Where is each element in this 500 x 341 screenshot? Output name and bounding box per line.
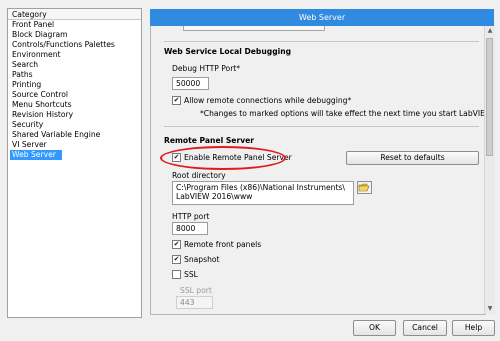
category-item-environment[interactable]: Environment — [10, 50, 67, 60]
settings-content: Web Service Local Debugging Debug HTTP P… — [150, 26, 486, 315]
ssl-port-label: SSL port — [180, 286, 212, 295]
reset-to-defaults-button[interactable]: Reset to defaults — [346, 151, 479, 165]
browse-folder-button[interactable] — [357, 181, 372, 194]
category-item-controls-functions-palettes[interactable]: Controls/Functions Palettes — [10, 40, 121, 50]
debug-port-label: Debug HTTP Port* — [172, 64, 241, 73]
http-port-field[interactable]: 8000 — [172, 222, 208, 235]
category-item-source-control[interactable]: Source Control — [10, 90, 74, 100]
divider — [164, 126, 479, 127]
checkmark-icon: ✔ — [173, 96, 180, 104]
ssl-port-field: 443 — [176, 296, 213, 309]
category-item-front-panel[interactable]: Front Panel — [10, 20, 60, 30]
checkmark-icon: ✔ — [173, 255, 180, 263]
debug-port-field[interactable]: 50000 — [172, 77, 209, 90]
ssl-label: SSL — [184, 270, 198, 279]
ok-button[interactable]: OK — [353, 320, 396, 336]
page-title: Web Server — [150, 9, 494, 26]
ssl-checkbox[interactable] — [172, 270, 181, 279]
remote-front-panels-label: Remote front panels — [184, 240, 262, 249]
category-item-menu-shortcuts[interactable]: Menu Shortcuts — [10, 100, 78, 110]
scrolled-off-control — [183, 26, 325, 31]
debugging-section-title: Web Service Local Debugging — [164, 47, 292, 56]
allow-remote-checkbox[interactable]: ✔ — [172, 96, 181, 105]
highlight-ellipse — [160, 146, 286, 170]
snapshot-label: Snapshot — [184, 255, 220, 264]
restart-note: *Changes to marked options will take eff… — [200, 109, 486, 118]
cancel-button[interactable]: Cancel — [403, 320, 447, 336]
scroll-up-arrow-icon[interactable]: ▲ — [485, 26, 495, 36]
category-item-paths[interactable]: Paths — [10, 70, 39, 80]
category-item-web-server[interactable]: Web Server — [10, 150, 62, 160]
scroll-down-arrow-icon[interactable]: ▼ — [485, 304, 495, 314]
category-header: Category — [8, 9, 141, 20]
root-directory-field[interactable]: C:\Program Files (x86)\National Instrume… — [172, 181, 354, 205]
category-item-vi-server[interactable]: VI Server — [10, 140, 53, 150]
http-port-label: HTTP port — [172, 212, 210, 221]
category-item-search[interactable]: Search — [10, 60, 44, 70]
category-item-block-diagram[interactable]: Block Diagram — [10, 30, 74, 40]
root-directory-label: Root directory — [172, 171, 226, 180]
category-list[interactable]: Category Front Panel Block Diagram Contr… — [7, 8, 142, 318]
snapshot-checkbox[interactable]: ✔ — [172, 255, 181, 264]
category-item-printing[interactable]: Printing — [10, 80, 47, 90]
root-directory-line1: C:\Program Files (x86)\National Instrume… — [176, 183, 345, 192]
scroll-thumb[interactable] — [486, 38, 493, 156]
category-item-shared-variable-engine[interactable]: Shared Variable Engine — [10, 130, 106, 140]
root-directory-line2: LabVIEW 2016\www — [176, 192, 253, 201]
open-folder-icon — [358, 183, 370, 192]
checkmark-icon: ✔ — [173, 240, 180, 248]
divider — [164, 41, 479, 42]
category-item-security[interactable]: Security — [10, 120, 49, 130]
help-button[interactable]: Help — [452, 320, 495, 336]
remote-front-panels-checkbox[interactable]: ✔ — [172, 240, 181, 249]
category-item-revision-history[interactable]: Revision History — [10, 110, 79, 120]
vertical-scrollbar[interactable]: ▲ ▼ — [484, 26, 495, 314]
remote-panel-section-title: Remote Panel Server — [164, 136, 255, 145]
allow-remote-label: Allow remote connections while debugging… — [184, 96, 352, 105]
